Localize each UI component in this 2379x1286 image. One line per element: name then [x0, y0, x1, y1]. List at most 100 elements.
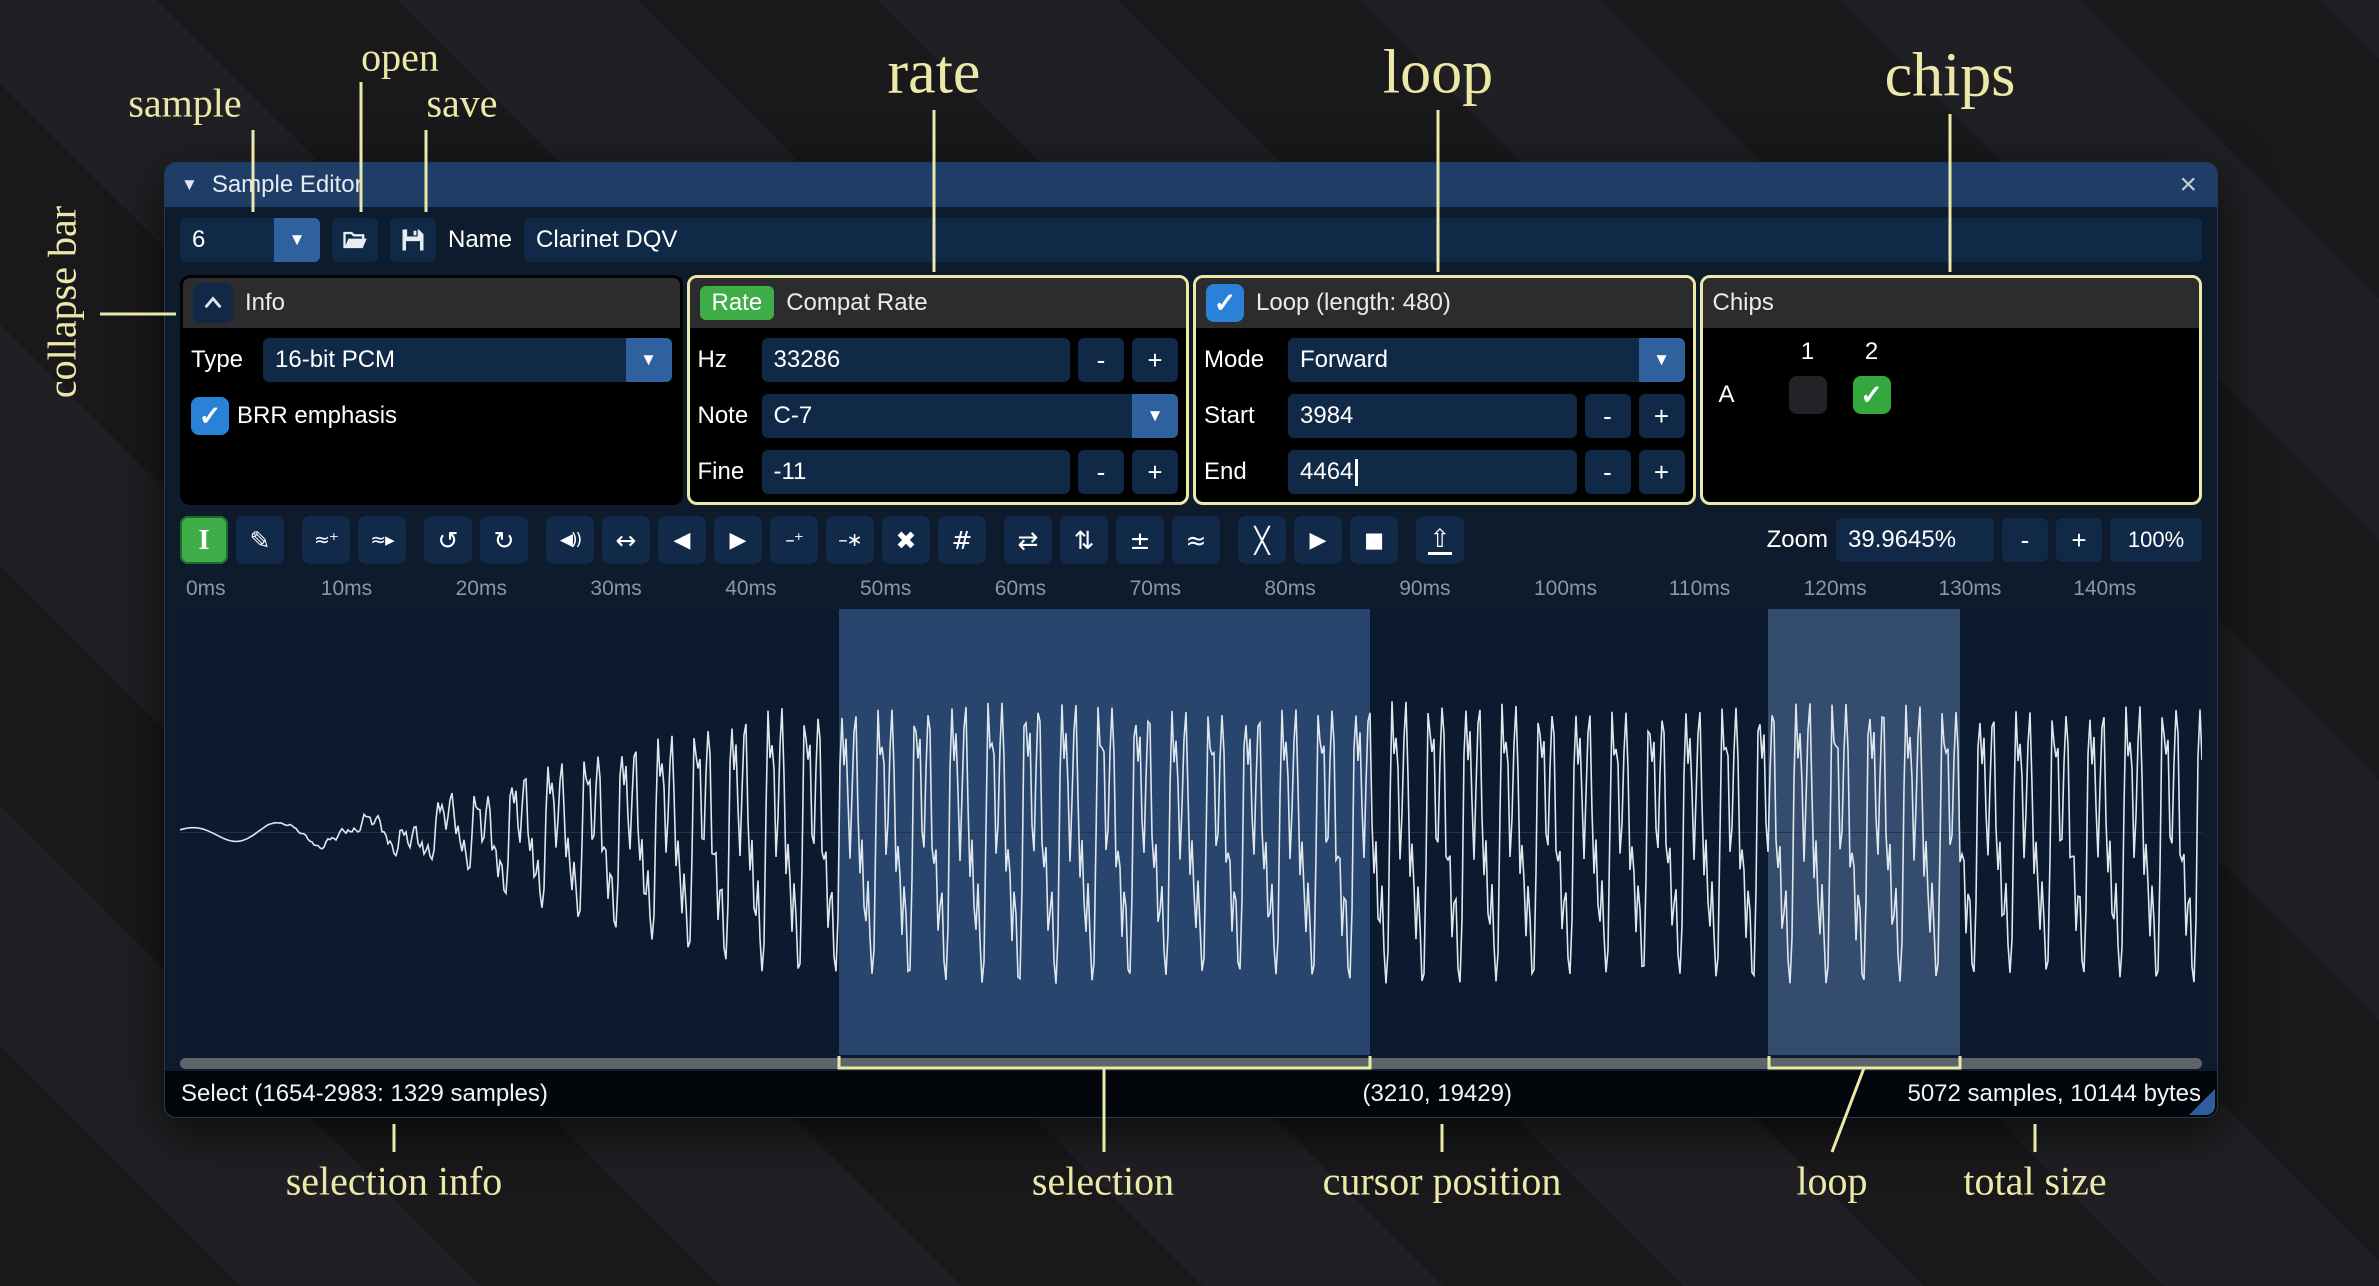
rate-panel-title: Compat Rate — [786, 289, 927, 317]
loop-panel-header: ✓ Loop (length: 480) — [1196, 278, 1693, 328]
zoom-input[interactable]: 39.9645% — [1836, 518, 1994, 562]
draw-button[interactable]: ✎ — [236, 516, 284, 564]
fine-decrement-button[interactable]: - — [1078, 450, 1124, 494]
rate-badge[interactable]: Rate — [700, 286, 775, 320]
fade-out-icon: ▶ — [730, 528, 747, 553]
hz-input[interactable]: 33286 — [762, 338, 1071, 382]
sample-toolbar: I✎≈⁺≈▸↺↻◀))↔◀▶–⁺–∗✖#⇄⇅±≈╳▶■⇧ Zoom 39.964… — [165, 511, 2217, 569]
save-button[interactable] — [390, 218, 436, 262]
preview-stop-button[interactable]: ■ — [1350, 516, 1398, 564]
loop-checkbox[interactable]: ✓ — [1206, 284, 1244, 322]
mode-select[interactable]: Forward ▼ — [1288, 338, 1685, 382]
crossfade-button[interactable]: ╳ — [1238, 516, 1286, 564]
type-select-value: 16-bit PCM — [263, 338, 626, 382]
horizontal-scrollbar[interactable] — [180, 1055, 2202, 1071]
rate-panel: Rate Compat Rate Hz 33286 - + Note C-7 — [687, 275, 1190, 505]
loop-end-label: End — [1204, 458, 1280, 486]
timeline-label: 80ms — [1264, 577, 1315, 601]
brr-emphasis-label: BRR emphasis — [237, 402, 397, 430]
zoom-reset-button[interactable]: 100% — [2110, 518, 2202, 562]
timeline-label: 140ms — [2073, 577, 2136, 601]
annotation-sample: sample — [128, 80, 241, 127]
info-panel-header: Info — [183, 278, 680, 328]
zoom-label: Zoom — [1767, 526, 1828, 554]
fine-input[interactable]: -11 — [762, 450, 1071, 494]
open-button[interactable] — [332, 218, 378, 262]
chip-column-1-label: 1 — [1801, 338, 1814, 366]
chips-panel: Chips 1 2 A ✓ — [1700, 275, 2203, 505]
zoom-in-button[interactable]: + — [2056, 518, 2102, 562]
waveform-area[interactable] — [180, 609, 2202, 1055]
loop-end-increment-button[interactable]: + — [1639, 450, 1685, 494]
dropdown-arrow-icon: ▼ — [626, 338, 672, 382]
sample-selector[interactable]: 6 ▼ — [180, 218, 320, 262]
create-wavetable-button[interactable]: ⇧ — [1416, 516, 1464, 564]
name-label: Name — [448, 226, 512, 254]
loop-start-value: 3984 — [1300, 402, 1353, 430]
hz-decrement-button[interactable]: - — [1078, 338, 1124, 382]
fine-input-value: -11 — [774, 458, 807, 486]
resample-button[interactable]: ≈▸ — [358, 516, 406, 564]
hz-increment-button[interactable]: + — [1132, 338, 1178, 382]
insert-silence-button[interactable]: –⁺ — [770, 516, 818, 564]
sample-editor-window: ▼ Sample Editor × 6 ▼ — [164, 162, 2218, 1118]
fade-out-button[interactable]: ▶ — [714, 516, 762, 564]
loop-end-input[interactable]: 4464 — [1288, 450, 1577, 494]
timeline-label: 20ms — [456, 577, 507, 601]
normalize-button[interactable]: ↔ — [602, 516, 650, 564]
apply-silence-button[interactable]: –∗ — [826, 516, 874, 564]
delete-button[interactable]: ✖ — [882, 516, 930, 564]
timeline: 0ms10ms20ms30ms40ms50ms60ms70ms80ms90ms1… — [180, 569, 2202, 609]
chips-panel-title: Chips — [1713, 289, 1774, 317]
sample-row: 6 ▼ Name Clarinet DQV — [165, 207, 2217, 273]
name-input[interactable]: Clarinet DQV — [524, 218, 2202, 262]
chip-a1-checkbox[interactable] — [1789, 376, 1827, 414]
zoom-out-button[interactable]: - — [2002, 518, 2048, 562]
type-select[interactable]: 16-bit PCM ▼ — [263, 338, 672, 382]
preview-play-button[interactable]: ▶ — [1294, 516, 1342, 564]
select-button[interactable]: I — [180, 516, 228, 564]
redo-button[interactable]: ↻ — [480, 516, 528, 564]
filter-button[interactable]: ≈ — [1172, 516, 1220, 564]
loop-end-decrement-button[interactable]: - — [1585, 450, 1631, 494]
check-icon: ✓ — [199, 401, 222, 432]
create-wavetable-icon: ⇧ — [1428, 526, 1453, 555]
loop-start-input[interactable]: 3984 — [1288, 394, 1577, 438]
reverse-button[interactable]: ⇄ — [1004, 516, 1052, 564]
trim-button[interactable]: # — [938, 516, 986, 564]
loop-panel-title: Loop (length: 480) — [1256, 289, 1451, 317]
timeline-label: 90ms — [1399, 577, 1450, 601]
resize-icon: ≈⁺ — [314, 529, 338, 551]
scrollbar-thumb[interactable] — [180, 1058, 2202, 1069]
loop-start-decrement-button[interactable]: - — [1585, 394, 1631, 438]
loop-start-increment-button[interactable]: + — [1639, 394, 1685, 438]
annotation-loop: loop — [1383, 38, 1493, 109]
sign-exchange-button[interactable]: ± — [1116, 516, 1164, 564]
close-button[interactable]: × — [2175, 170, 2201, 200]
fine-increment-button[interactable]: + — [1132, 450, 1178, 494]
window-collapse-icon[interactable]: ▼ — [181, 175, 198, 195]
fade-in-button[interactable]: ◀ — [658, 516, 706, 564]
chevron-up-icon — [202, 292, 224, 314]
hz-input-value: 33286 — [774, 346, 841, 374]
resize-button[interactable]: ≈⁺ — [302, 516, 350, 564]
invert-button[interactable]: ⇅ — [1060, 516, 1108, 564]
info-collapse-button[interactable] — [193, 283, 233, 323]
brr-emphasis-checkbox[interactable]: ✓ — [191, 397, 229, 435]
window-titlebar: ▼ Sample Editor × — [165, 163, 2217, 207]
annotation-loop-bottom: loop — [1796, 1158, 1867, 1205]
amplify-button[interactable]: ◀)) — [546, 516, 594, 564]
trim-icon: # — [952, 526, 973, 555]
annotation-collapse-bar: collapse bar — [39, 206, 86, 398]
chip-a2-checkbox[interactable]: ✓ — [1853, 376, 1891, 414]
resize-grip[interactable] — [2189, 1089, 2215, 1115]
sign-exchange-icon: ± — [1130, 526, 1151, 555]
annotation-rate: rate — [888, 38, 981, 109]
timeline-label: 0ms — [186, 577, 226, 601]
annotation-save: save — [426, 80, 497, 127]
note-select[interactable]: C-7 ▼ — [762, 394, 1179, 438]
mode-select-value: Forward — [1288, 338, 1639, 382]
undo-button[interactable]: ↺ — [424, 516, 472, 564]
annotation-chips: chips — [1885, 41, 2016, 112]
timeline-label: 130ms — [1938, 577, 2001, 601]
